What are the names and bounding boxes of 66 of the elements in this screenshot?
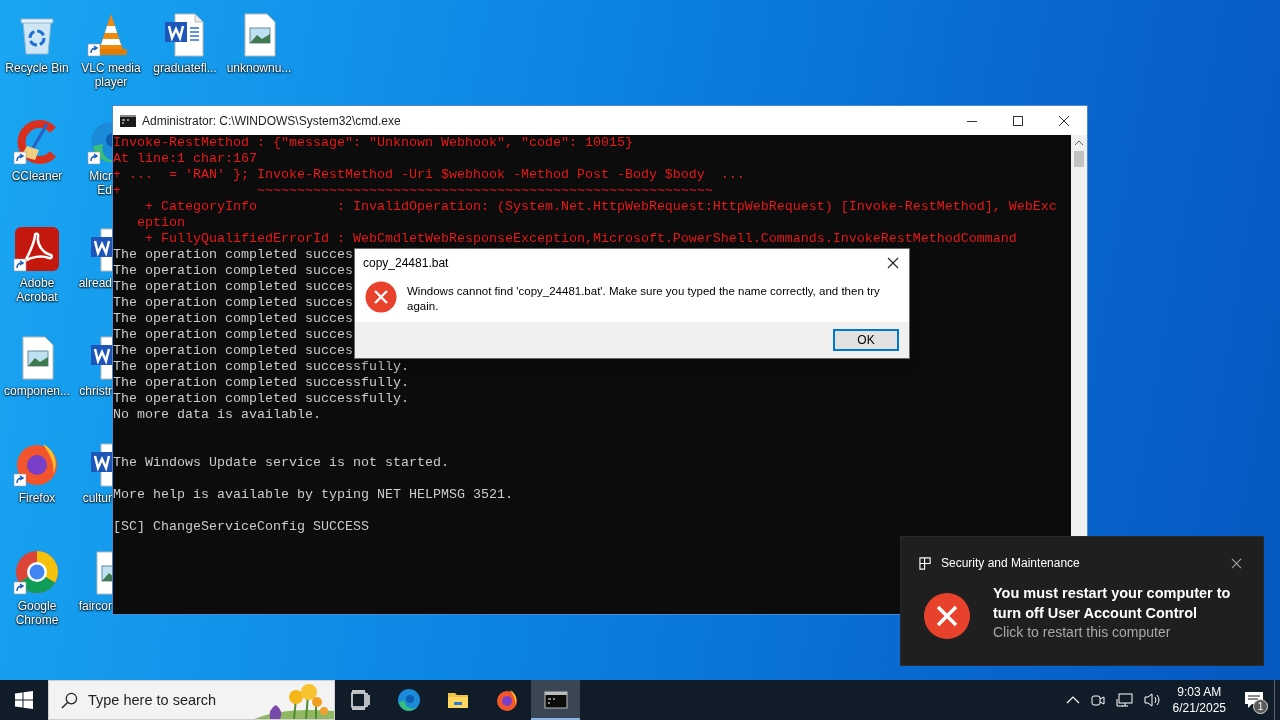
terminal-icon [543,688,568,712]
desktop-icon-label[interactable]: Recycle Bin [5,61,69,75]
pdf-app-icon[interactable] [13,225,61,274]
scrollbar-thumb[interactable] [1074,151,1084,167]
clock-time: 9:03 AM [1177,684,1222,700]
console-line: The Windows Update service is not started. [113,455,449,471]
desktop-icon-label[interactable]: Google Chrome [1,598,73,627]
search-icon [61,691,78,709]
desktop-icon-label[interactable]: Micr Ed [70,168,112,197]
desktop-icon-label[interactable]: componen... [3,383,70,398]
maximize-icon [1013,115,1023,126]
notification-app-name: Security and Maintenance [941,556,1081,570]
console-line: The operation completed succes [113,327,353,343]
windows-logo-icon [15,691,33,709]
console-line: The operation completed successfully. [113,359,409,375]
error-icon [923,592,971,640]
console-line: The operation completed succes [113,279,353,295]
desktop-icon-label[interactable]: CCleaner [11,168,63,183]
desktop-icon-label[interactable]: Firefox [18,491,56,506]
console-line: [SC] ChangeServiceConfig SUCCESS [113,519,369,535]
desktop-icon-label[interactable]: alread [70,276,112,291]
dialog-title: copy_24481.bat [363,256,450,270]
notification-badge: 1 [1253,699,1268,714]
clock[interactable]: 9:03 AM 6/21/2025 [1172,684,1226,716]
window-title: Administrator: C:\WINDOWS\System32\cmd.exe [142,113,402,128]
notification-toast[interactable]: Security and Maintenance You must restart your computer to turn off User Account Control Click to restart this computer [900,536,1264,666]
console-line: The operation completed successfully. [113,391,409,407]
console-line: The operation completed succes [113,311,353,327]
console-line: + ... = 'RAN' }; Invoke-RestMethod -Uri $webhook -Method Post -Body $body ... [113,167,745,183]
console-line: The operation completed successfully. [113,375,409,391]
desktop-icon-label[interactable]: cultur [70,491,112,506]
clock-date: 6/21/2025 [1172,700,1226,716]
console-line: The operation completed succes [113,343,353,359]
console-line: The operation completed succes [113,263,353,279]
console-line: + CategoryInfo : InvalidOperation: (System.Net.HttpWebRequest:HttpWebRequest) [Invoke-RestMethod], WebExc [144,199,1057,215]
console-line: At line:1 char:167 [113,151,257,167]
network-icon[interactable] [1115,692,1134,708]
console-line: + FullyQualifiedErrorId : WebCmdletWebResponseException,Microsoft.PowerShell.Commands.InvokeRestMethodCommand [144,231,1017,247]
console-line: eption [136,215,185,231]
close-icon [1059,115,1069,126]
dialog-message: Windows cannot find 'copy_24481.bat'. Make sure you typed the name correctly, and then try again. [407,284,881,314]
console-line: Invoke-RestMethod : {"message": "Unknown Webhook", "code": 10015} [113,135,633,151]
desktop-icon-label[interactable]: christr [70,383,112,398]
console-line: No more data is available. [113,407,321,423]
volume-icon[interactable] [1143,692,1162,708]
desktop-icon-label[interactable]: Adobe Acrobat [1,276,73,305]
desktop-icon-label[interactable]: graduatefl... [153,61,217,75]
console-line: The operation completed succes [113,247,353,263]
ok-button[interactable]: OK [833,329,899,351]
close-icon[interactable] [887,257,899,269]
firefox-icon [494,688,519,712]
console-line: The operation completed succes [113,295,353,311]
desktop-icon-label[interactable]: unknownu... [226,61,292,75]
notification-title: You must restart your computer to turn off User Account Control [993,584,1232,623]
close-icon[interactable] [1231,557,1242,569]
notification-text: Click to restart this computer [993,623,1172,642]
search-field[interactable]: Type here to search [88,692,228,708]
console-line: More help is available by typing NET HELPMSG 3521. [113,487,513,503]
desktop-icon-label[interactable]: faircor [70,598,112,613]
taskbar-app-button[interactable] [531,680,580,720]
console-line: + ~~~~~~~~~~~~~~~~~~~~~~~~~~~~~~~~~~~~~~~~~~~~~~~~~~~~~~~~~ [113,183,713,199]
error-icon [365,281,397,313]
edge-icon [396,688,421,712]
desktop-icon-label[interactable]: VLC media player [75,61,147,89]
camera-icon[interactable] [1089,692,1106,708]
terminal-icon [120,114,136,127]
